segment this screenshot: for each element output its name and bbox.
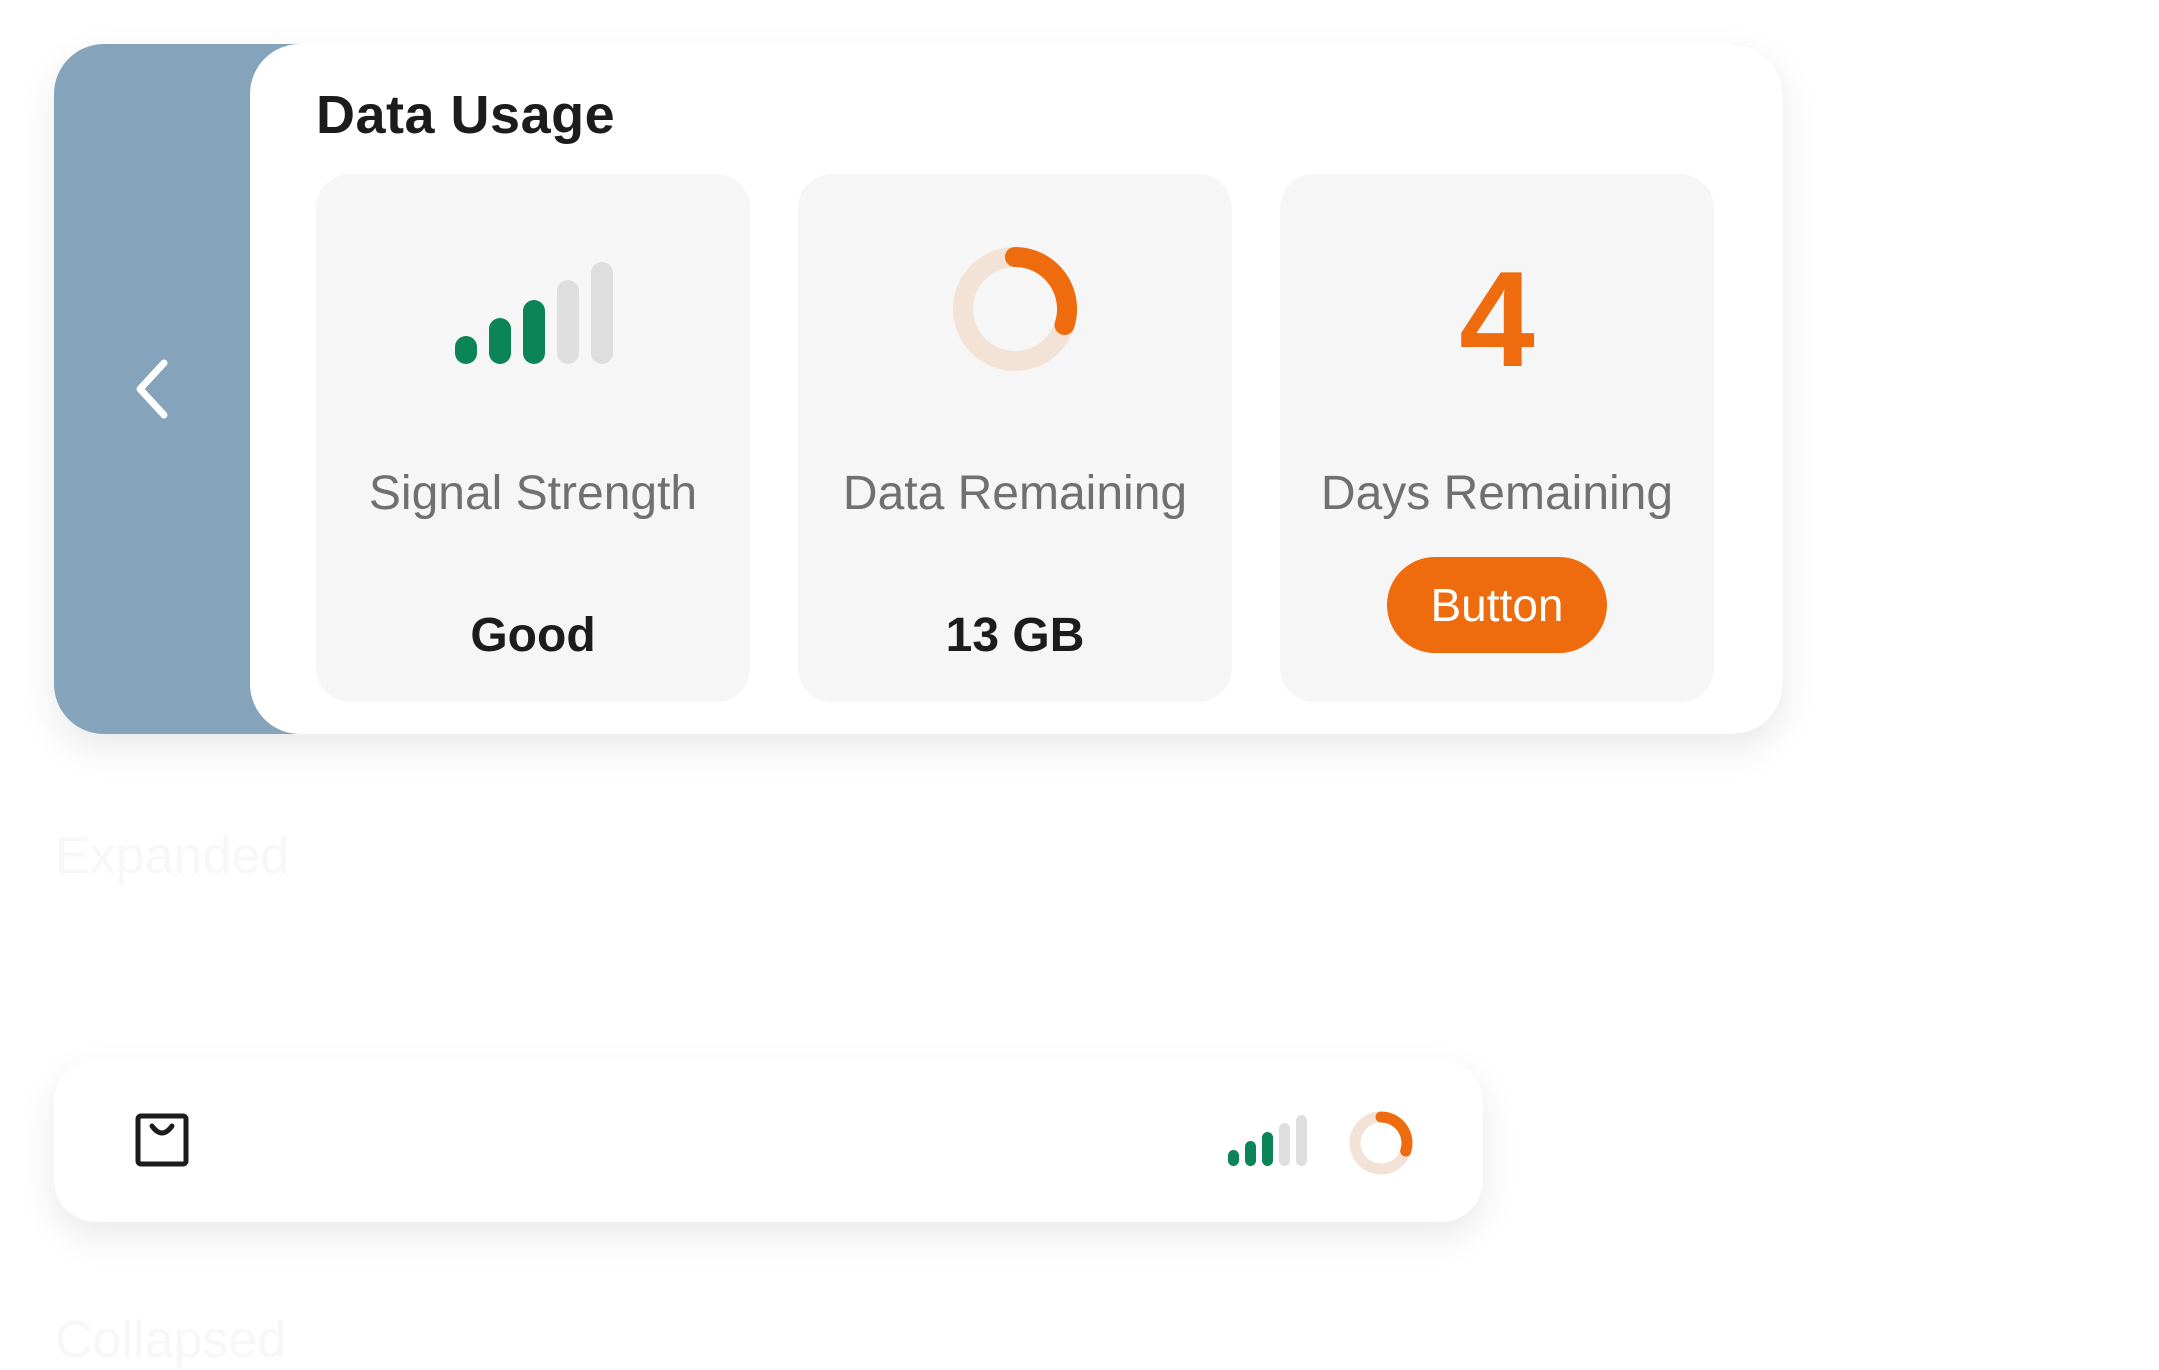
data-remaining-tile: Data Remaining 13 GB <box>798 174 1232 702</box>
data-remaining-label: Data Remaining <box>842 467 1188 520</box>
data-usage-panel: Data Usage Signal Strength Good Data Rem… <box>250 44 1783 734</box>
data-remaining-value: 13 GB <box>945 609 1085 662</box>
signal-strength-tile: Signal Strength Good <box>316 174 750 702</box>
mini-signal-bar-2 <box>1245 1141 1256 1166</box>
collapse-handle[interactable] <box>54 44 250 734</box>
shopping-bag-icon[interactable] <box>134 1112 190 1168</box>
donut-progress-icon <box>1348 1110 1414 1176</box>
expanded-caption: Expanded <box>55 827 290 885</box>
signal-bars-icon <box>316 262 750 366</box>
signal-bar-4 <box>557 280 579 364</box>
signal-bars-icon <box>1226 1114 1310 1168</box>
collapsed-bar[interactable] <box>54 1060 1483 1222</box>
signal-bar-5 <box>591 262 613 364</box>
mini-signal-bar-1 <box>1228 1150 1239 1166</box>
mini-signal-bar-5 <box>1296 1115 1307 1166</box>
signal-strength-label: Signal Strength <box>368 467 698 520</box>
signal-strength-value: Good <box>470 609 596 662</box>
mini-signal-bar-3 <box>1262 1132 1273 1166</box>
days-remaining-label: Days Remaining <box>1320 467 1674 520</box>
signal-bar-2 <box>489 318 511 364</box>
expanded-card: Data Usage Signal Strength Good Data Rem… <box>54 44 1783 734</box>
chevron-left-icon <box>136 359 168 419</box>
days-remaining-number: 4 <box>1459 243 1535 395</box>
action-button[interactable]: Button <box>1387 557 1607 653</box>
collapsed-caption: Collapsed <box>55 1311 287 1369</box>
signal-bar-1 <box>455 336 477 364</box>
panel-title: Data Usage <box>316 85 616 145</box>
days-remaining-tile: 4 Days Remaining Button <box>1280 174 1714 702</box>
signal-bar-3 <box>523 300 545 364</box>
mini-signal-bar-4 <box>1279 1123 1290 1166</box>
donut-progress-icon <box>798 245 1232 373</box>
donut-arc <box>1005 247 1078 335</box>
